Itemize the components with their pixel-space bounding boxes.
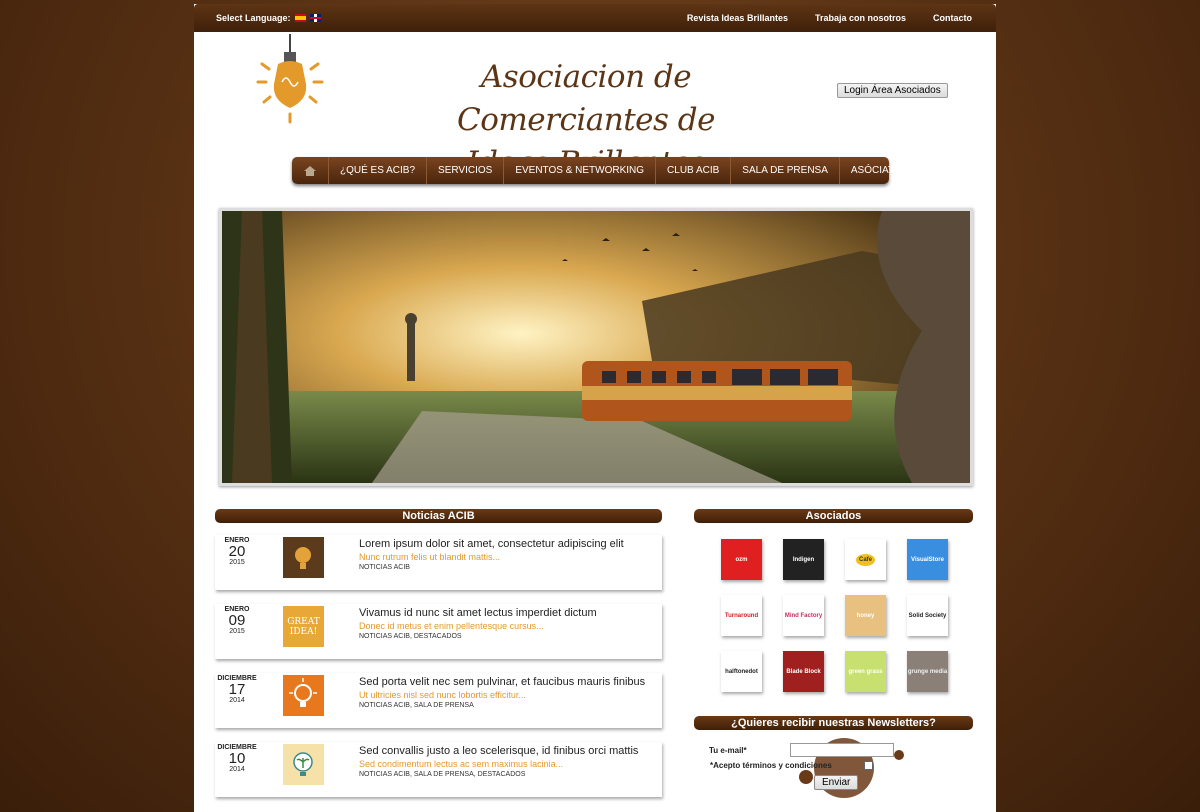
partner-logo[interactable]: honey xyxy=(845,595,886,636)
nav-servicios[interactable]: SERVICIOS xyxy=(427,157,505,184)
lightbulb-logo-icon[interactable] xyxy=(250,34,330,124)
login-button[interactable]: Login Área Asociados xyxy=(837,83,948,98)
news-list: ENERO 20 2015 Lorem ipsum dolor sit amet… xyxy=(215,535,662,797)
date-year: 2015 xyxy=(229,559,245,566)
nav-asociate[interactable]: ASÓCIATE xyxy=(840,157,912,184)
date-day: 09 xyxy=(228,612,246,629)
link-trabaja[interactable]: Trabaja con nosotros xyxy=(815,13,906,23)
partner-logo-label: grunge media xyxy=(907,668,948,675)
partner-logo[interactable]: Solid Society xyxy=(907,595,948,636)
partner-logo-label: halftonedot xyxy=(725,668,758,675)
partner-logo[interactable]: grunge media xyxy=(907,651,948,692)
home-icon[interactable] xyxy=(292,157,329,184)
terms-checkbox[interactable] xyxy=(864,761,873,770)
partner-logo[interactable]: halftonedot xyxy=(721,651,762,692)
news-heading: Noticias ACIB xyxy=(215,509,662,523)
news-title[interactable]: Vivamus id nunc sit amet lectus imperdie… xyxy=(359,607,659,619)
news-column: Noticias ACIB ENERO 20 2015 Lorem ipsum … xyxy=(215,509,662,811)
partner-logo-label: Blade Block xyxy=(786,668,821,675)
news-text: Sed porta velit nec sem pulvinar, et fau… xyxy=(359,676,659,709)
news-date: ENERO 09 2015 xyxy=(217,606,257,635)
partner-logo-label: Indigen xyxy=(792,556,815,563)
news-subtitle[interactable]: Ut ultricies nisl sed nunc lobortis effi… xyxy=(359,690,659,700)
news-text: Vivamus id nunc sit amet lectus imperdie… xyxy=(359,607,659,640)
partner-logo[interactable]: green grass xyxy=(845,651,886,692)
news-subtitle[interactable]: Sed condimentum lectus ac sem maximus la… xyxy=(359,759,659,769)
top-links: Revista Ideas Brillantes Trabaja con nos… xyxy=(687,13,972,23)
partner-logo-label: green grass xyxy=(848,668,883,675)
date-year: 2015 xyxy=(229,628,245,635)
news-item[interactable]: ENERO 20 2015 Lorem ipsum dolor sit amet… xyxy=(215,535,662,590)
site-header: Asociacion de Comerciantes de Ideas Bril… xyxy=(194,32,996,181)
sidebar-column: Asociados ozm Indigen Cafe VisualStore T… xyxy=(694,509,973,800)
bulb-thumbnail-icon[interactable] xyxy=(283,675,324,716)
news-item[interactable]: DICIEMBRE 17 2014 Sed porta velit nec se… xyxy=(215,673,662,728)
english-flag-icon[interactable] xyxy=(309,14,321,22)
news-text: Sed convallis justo a leo scelerisque, i… xyxy=(359,745,659,778)
partner-logo[interactable]: Turnaround xyxy=(721,595,762,636)
partner-logo[interactable]: Blade Block xyxy=(783,651,824,692)
coffee-drop-decoration xyxy=(799,770,813,784)
news-date: DICIEMBRE 10 2014 xyxy=(217,744,257,773)
coffee-drop-decoration xyxy=(894,750,904,760)
hero-image xyxy=(219,208,973,486)
news-title[interactable]: Lorem ipsum dolor sit amet, consectetur … xyxy=(359,538,659,550)
news-title[interactable]: Sed convallis justo a leo scelerisque, i… xyxy=(359,745,659,757)
partner-logo[interactable]: Indigen xyxy=(783,539,824,580)
news-categories[interactable]: NOTICIAS ACIB, SALA DE PRENSA, DESTACADO… xyxy=(359,771,659,778)
date-day: 10 xyxy=(228,750,246,767)
newsletter-form: Tu e-mail* *Acepto términos y condicione… xyxy=(694,730,973,800)
brand-line-1: Asociacion de Comerciantes de xyxy=(457,59,715,138)
top-bar: Select Language: Revista Ideas Brillante… xyxy=(194,4,996,32)
spanish-flag-icon[interactable] xyxy=(294,14,306,22)
partner-logo-label: VisualStore xyxy=(911,556,944,563)
partners-heading: Asociados xyxy=(694,509,973,523)
bulb-thumbnail-icon[interactable] xyxy=(283,537,324,578)
news-date: DICIEMBRE 17 2014 xyxy=(217,675,257,704)
great-idea-thumbnail[interactable]: GREAT IDEA! xyxy=(283,606,324,647)
email-field[interactable] xyxy=(790,743,894,757)
email-label: Tu e-mail* xyxy=(709,746,747,755)
partner-logo[interactable]: Cafe xyxy=(845,539,886,580)
page-container: Select Language: Revista Ideas Brillante… xyxy=(194,4,996,812)
link-contacto[interactable]: Contacto xyxy=(933,13,972,23)
language-label: Select Language: xyxy=(216,13,291,23)
news-subtitle[interactable]: Donec id metus et enim pellentesque curs… xyxy=(359,621,659,631)
news-date: ENERO 20 2015 xyxy=(217,537,257,566)
main-nav: ¿QUÉ ES ACIB? SERVICIOS EVENTOS & NETWOR… xyxy=(292,157,901,184)
news-subtitle[interactable]: Nunc rutrum felis ut blandit mattis... xyxy=(359,552,659,562)
date-day: 17 xyxy=(228,681,246,698)
news-text: Lorem ipsum dolor sit amet, consectetur … xyxy=(359,538,659,571)
date-day: 20 xyxy=(228,543,246,560)
news-item[interactable]: DICIEMBRE 10 2014 Sed convallis justo a … xyxy=(215,742,662,797)
date-year: 2014 xyxy=(229,697,245,704)
partner-logo-label: ozm xyxy=(735,556,748,563)
news-item[interactable]: ENERO 09 2015 GREAT IDEA! Vivamus id nun… xyxy=(215,604,662,659)
terms-label: *Acepto términos y condiciones xyxy=(710,761,832,770)
nav-que-es[interactable]: ¿QUÉ ES ACIB? xyxy=(329,157,428,184)
submit-button[interactable]: Enviar xyxy=(814,775,859,790)
news-title[interactable]: Sed porta velit nec sem pulvinar, et fau… xyxy=(359,676,659,688)
partner-logo[interactable]: ozm xyxy=(721,539,762,580)
news-categories[interactable]: NOTICIAS ACIB, SALA DE PRENSA xyxy=(359,702,659,709)
newsletter-heading: ¿Quieres recibir nuestras Newsletters? xyxy=(694,716,973,730)
nav-club[interactable]: CLUB ACIB xyxy=(656,157,732,184)
partner-logo-label: Turnaround xyxy=(724,612,759,619)
partner-logo[interactable]: VisualStore xyxy=(907,539,948,580)
partner-logo-label: Cafe xyxy=(855,553,875,566)
nav-sala-prensa[interactable]: SALA DE PRENSA xyxy=(731,157,840,184)
partner-logo-label: honey xyxy=(856,612,875,619)
link-revista[interactable]: Revista Ideas Brillantes xyxy=(687,13,788,23)
partner-logo-label: Solid Society xyxy=(908,612,947,619)
language-selector: Select Language: xyxy=(216,13,321,23)
partner-logo[interactable]: Mind Factory xyxy=(783,595,824,636)
news-categories[interactable]: NOTICIAS ACIB, DESTACADOS xyxy=(359,633,659,640)
nav-eventos[interactable]: EVENTOS & NETWORKING xyxy=(504,157,657,184)
date-year: 2014 xyxy=(229,766,245,773)
plant-bulb-thumbnail-icon[interactable] xyxy=(283,744,324,785)
news-categories[interactable]: NOTICIAS ACIB xyxy=(359,564,659,571)
partner-logo-label: Mind Factory xyxy=(784,612,823,619)
great-idea-text: GREAT IDEA! xyxy=(287,616,320,637)
partner-logos: ozm Indigen Cafe VisualStore Turnaround … xyxy=(721,539,973,692)
